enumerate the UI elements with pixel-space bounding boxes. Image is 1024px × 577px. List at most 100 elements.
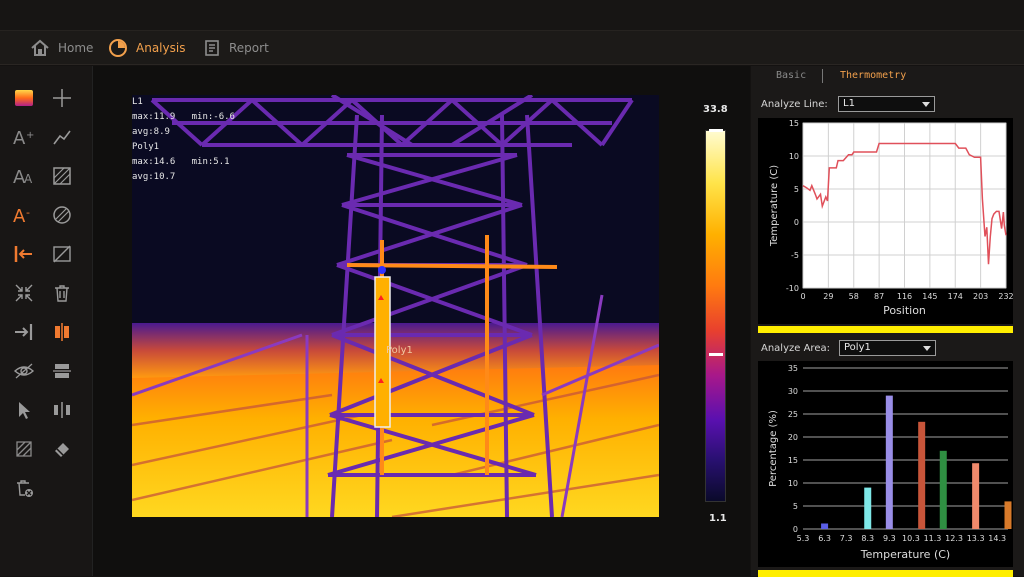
grid-tool[interactable] — [12, 437, 36, 461]
svg-text:+: + — [26, 130, 34, 141]
temperature-color-scale[interactable] — [705, 129, 726, 502]
line-x-tick: 58 — [849, 292, 859, 301]
center-tool[interactable] — [50, 320, 74, 344]
stat-l1-maxmin: max:11.9 min:-6.6 — [132, 112, 235, 122]
bar-chart: 35 30 25 20 15 10 5 05.3 6.3 7.3 8.3 9.3 10.3 11.3 12.… — [768, 364, 1012, 561]
svg-text:A: A — [24, 172, 33, 186]
line-x-tick: 116 — [897, 292, 912, 301]
bar-chart-box: 35 30 25 20 15 10 5 0 5.3 6.3 7.3 8.3 9.3 10.3 11.3 12.… — [758, 361, 1013, 567]
analyze-line-select[interactable]: L1 — [838, 96, 935, 112]
bar-x-tick: 8.3 — [861, 534, 874, 543]
bar-y-tick: 0 — [793, 525, 798, 534]
tab-divider — [822, 69, 823, 83]
tab-thermometry[interactable]: Thermometry — [840, 70, 906, 81]
shrink-tool[interactable] — [12, 281, 36, 305]
clear-all-tool[interactable] — [12, 476, 36, 500]
bar-y-label: Percentage (%) — [768, 410, 779, 487]
histogram-bar — [1004, 501, 1012, 529]
main-nav: Home Analysis Report — [0, 31, 1024, 65]
area-off-icon — [53, 245, 71, 263]
text-size-icon: AA — [13, 167, 33, 186]
view-tool[interactable] — [12, 359, 36, 383]
text-size-tool[interactable]: AA — [12, 164, 36, 188]
align-left-tool[interactable] — [12, 242, 36, 266]
stat-poly1-name: Poly1 — [132, 142, 160, 152]
bar-x-tick: 6.3 — [818, 534, 831, 543]
nav-home[interactable]: Home — [30, 37, 93, 59]
stat-l1-avg: avg:8.9 — [132, 127, 170, 137]
svg-text:A: A — [13, 206, 26, 225]
align-right-tool[interactable] — [12, 320, 36, 344]
bar-y-tick: 35 — [788, 364, 798, 373]
line-chart: 0 29 58 87 116 145 174 203 232 15 10 5 0 -5 -10 Positio… — [769, 119, 1014, 317]
poly1-label: Poly1 — [386, 345, 413, 356]
area-tool[interactable] — [50, 164, 74, 188]
nav-home-label: Home — [58, 41, 94, 55]
bar-x-tick: 7.3 — [840, 534, 853, 543]
scale-top-marker[interactable] — [709, 129, 723, 132]
chevron-down-icon — [922, 102, 930, 107]
distribute-tool[interactable] — [50, 359, 74, 383]
histogram-bar — [972, 463, 980, 529]
bar-x-tick: 5.3 — [797, 534, 810, 543]
bar-x-tick: 11.3 — [924, 534, 942, 543]
line-x-tick: 29 — [823, 292, 833, 301]
palette-tool[interactable] — [12, 86, 36, 110]
line-chart-highlight-bar — [758, 326, 1013, 333]
line-y-tick: 0 — [794, 218, 799, 227]
line-y-tick: 10 — [789, 152, 799, 161]
align-horizontal-tool[interactable] — [50, 398, 74, 422]
trash-icon — [55, 285, 69, 302]
line-x-tick: 145 — [922, 292, 937, 301]
line-y-tick: -5 — [791, 251, 799, 260]
hide-area-tool[interactable] — [50, 242, 74, 266]
select-tool[interactable] — [12, 398, 36, 422]
home-icon — [31, 39, 49, 56]
cursor-icon — [19, 402, 30, 419]
analyze-area-label: Analyze Area: — [761, 343, 830, 354]
text-remove-tool[interactable]: A- — [12, 203, 36, 227]
title-bar — [0, 0, 1024, 31]
line-tool[interactable] — [50, 125, 74, 149]
scale-bottom-marker[interactable] — [709, 353, 723, 356]
poly1-handle[interactable] — [378, 266, 386, 274]
tab-basic[interactable]: Basic — [776, 70, 806, 81]
palette-icon — [15, 90, 33, 106]
analyze-line-value: L1 — [843, 98, 855, 109]
line-chart-icon — [53, 130, 71, 145]
text-remove-icon: A- — [13, 206, 30, 225]
line-x-label: Position — [883, 304, 926, 317]
line-x-tick: 203 — [973, 292, 988, 301]
bar-x-tick: 14.3 — [988, 534, 1006, 543]
analyze-area-value: Poly1 — [844, 342, 871, 353]
tool-sidebar: A + AA A- — [0, 66, 92, 576]
bar-x-tick: 9.3 — [883, 534, 896, 543]
delete-tool[interactable] — [50, 281, 74, 305]
shrink-icon — [15, 284, 33, 302]
circle-tool[interactable] — [50, 203, 74, 227]
svg-text:A: A — [13, 128, 26, 147]
erase-tool[interactable] — [50, 437, 74, 461]
nav-report[interactable]: Report — [203, 37, 269, 59]
histogram-bar — [821, 523, 829, 529]
text-add-tool[interactable]: A + — [12, 125, 36, 149]
chevron-down-icon — [923, 346, 931, 351]
distribute-icon — [53, 364, 71, 378]
align-horizontal-icon — [54, 402, 70, 418]
nav-analysis[interactable]: Analysis — [108, 37, 185, 59]
stat-poly1-avg: avg:10.7 — [132, 172, 176, 182]
line-y-label: Temperature (C) — [769, 165, 780, 247]
stat-poly1-maxmin: max:14.6 min:5.1 — [132, 157, 230, 167]
bar-x-tick: 12.3 — [945, 534, 963, 543]
analyze-area-select[interactable]: Poly1 — [839, 340, 936, 356]
point-tool[interactable] — [50, 86, 74, 110]
center-align-icon — [55, 323, 69, 341]
text-add-icon: A + — [13, 128, 34, 147]
bar-y-tick: 15 — [788, 456, 798, 465]
line-y-tick: -10 — [786, 284, 799, 293]
line-x-tick: 87 — [874, 292, 884, 301]
bar-y-tick: 25 — [788, 410, 798, 419]
bar-x-label: Temperature (C) — [860, 548, 950, 561]
bar-x-tick: 13.3 — [967, 534, 985, 543]
bar-y-tick: 10 — [788, 479, 798, 488]
